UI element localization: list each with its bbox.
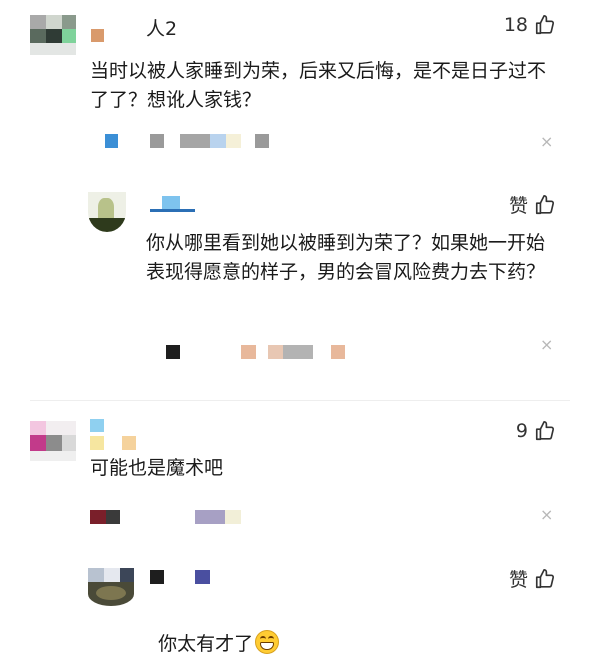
comment-meta (105, 134, 275, 148)
reply-text: 你太有才了 (146, 601, 556, 659)
comment-text: 当时以被人家睡到为荣，后来又后悔，是不是日子过不了了？想讹人家钱？ (90, 60, 547, 111)
like-button[interactable]: 18 (504, 14, 556, 36)
close-icon[interactable]: × (540, 132, 553, 151)
like-label: 赞 (508, 569, 528, 591)
like-button[interactable]: 赞 (509, 565, 556, 592)
avatar[interactable] (30, 15, 76, 55)
thumbs-up-icon (534, 420, 556, 442)
like-button[interactable]: 9 (516, 420, 556, 442)
username[interactable] (150, 570, 210, 584)
username[interactable] (90, 419, 136, 451)
username[interactable] (150, 196, 195, 212)
avatar[interactable] (88, 568, 134, 606)
like-button[interactable]: 赞 (509, 191, 556, 218)
grin-emoji (255, 630, 280, 654)
username[interactable]: 人2 (146, 14, 177, 41)
thumbs-up-icon (534, 568, 556, 590)
comment-meta (90, 510, 250, 524)
like-count: 9 (515, 420, 528, 442)
like-label: 赞 (508, 195, 528, 217)
avatar[interactable] (88, 192, 126, 232)
reply-text-content: 你太有才了 (158, 633, 254, 655)
like-count: 18 (503, 14, 528, 36)
thumbs-up-icon (534, 194, 556, 216)
user-badge (91, 29, 104, 42)
close-icon[interactable]: × (540, 505, 553, 524)
divider (30, 400, 570, 401)
avatar[interactable] (30, 421, 76, 461)
reply-text: 你从哪里看到她以被睡到为荣了？如果她一开始表现得愿意的样子，男的会冒风险费力去下… (146, 232, 546, 283)
close-icon[interactable]: × (540, 335, 553, 354)
comment-text: 可能也是魔术吧 (90, 457, 224, 479)
reply-meta (166, 345, 346, 359)
thumbs-up-icon (534, 14, 556, 36)
